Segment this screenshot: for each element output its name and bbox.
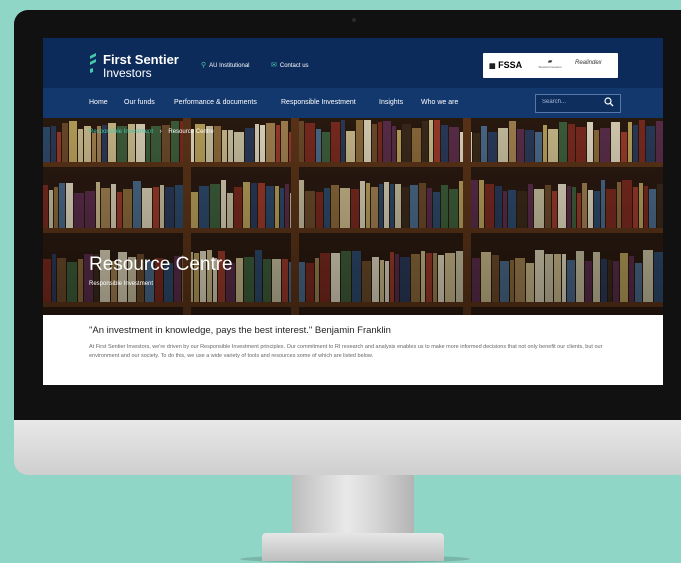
camera-dot	[352, 18, 356, 22]
realindex-logo[interactable]: Realindex	[575, 60, 602, 66]
page-subtitle: Responsible Investment	[89, 281, 154, 287]
partner-logos: ▦ FSSA ▰ Stewart Investors Realindex	[483, 53, 618, 78]
breadcrumb-separator: ›	[159, 129, 162, 135]
search-box	[535, 94, 621, 113]
search-icon[interactable]	[604, 97, 614, 107]
nav-our-funds[interactable]: Our funds	[124, 99, 155, 106]
main-nav: Home Our funds Performance & documents R…	[43, 88, 663, 118]
au-institutional-label: AU Institutional	[209, 63, 250, 69]
nav-home[interactable]: Home	[89, 99, 108, 106]
stewart-investors-logo[interactable]: ▰ Stewart Investors	[531, 58, 569, 69]
breadcrumb: Responsible Investment › Resource Centre	[89, 129, 214, 135]
logo-line1: First Sentier	[103, 52, 179, 67]
nav-responsible-investment[interactable]: Responsible Investment	[281, 99, 356, 106]
quote-heading: "An investment in knowledge, pays the be…	[89, 325, 391, 336]
site-header: First Sentier Investors ⚲ AU Institutiona…	[43, 38, 663, 88]
contact-us-label: Contact us	[279, 63, 309, 69]
page-title: Resource Centre	[89, 254, 233, 275]
nav-performance-documents[interactable]: Performance & documents	[174, 99, 257, 106]
fssa-logo[interactable]: ▦ FSSA	[489, 60, 522, 70]
user-icon: ⚲	[201, 62, 207, 69]
logo-mark-icon	[90, 53, 96, 73]
contact-us-link[interactable]: ✉ Contact us	[271, 61, 309, 69]
browser-screen: First Sentier Investors ⚲ AU Institutiona…	[43, 38, 663, 385]
nav-who-we-are[interactable]: Who we are	[421, 99, 458, 106]
nav-insights[interactable]: Insights	[379, 99, 403, 106]
mail-icon: ✉	[271, 62, 277, 69]
monitor-base	[262, 533, 444, 561]
logo-line2: Investors	[103, 66, 152, 80]
monitor-stand	[292, 475, 414, 537]
search-input[interactable]	[540, 98, 604, 106]
breadcrumb-responsible-investment[interactable]: Responsible Investment	[89, 129, 153, 135]
intro-paragraph: At First Sentier Investors, we're driven…	[89, 344, 603, 359]
hero-banner: Responsible Investment › Resource Centre…	[43, 118, 663, 315]
au-institutional-link[interactable]: ⚲ AU Institutional	[201, 61, 250, 69]
monitor-chin	[14, 420, 681, 475]
breadcrumb-current: Resource Centre	[168, 129, 214, 135]
